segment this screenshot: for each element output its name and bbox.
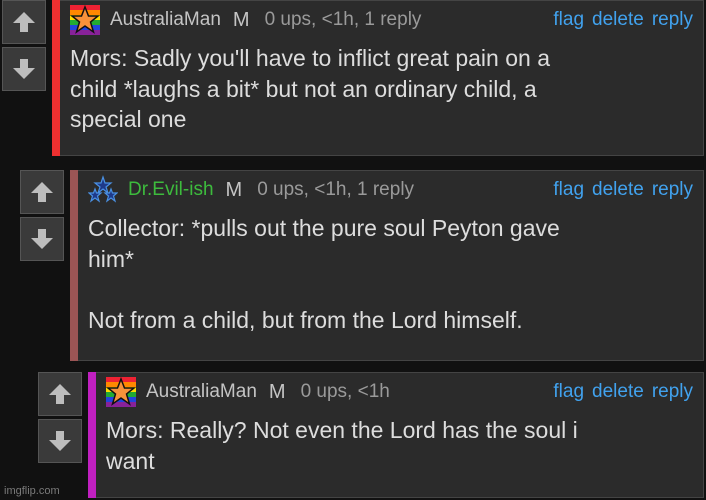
comment-meta: 0 ups, <1h, 1 reply <box>257 179 415 200</box>
upvote-button[interactable] <box>20 170 64 214</box>
comment-actions: flag delete reply <box>553 9 693 31</box>
username[interactable]: Dr.Evil-ish <box>128 179 214 201</box>
thread-bar <box>52 0 60 156</box>
mod-badge: M <box>268 380 286 403</box>
comment-text: Collector: *pulls out the pure soul Peyt… <box>88 215 560 333</box>
blue-stars-avatar[interactable] <box>88 175 118 205</box>
downvote-button[interactable] <box>38 419 82 463</box>
arrow-up-icon <box>13 12 35 32</box>
comment-header: Dr.Evil-ish M 0 ups, <1h, 1 reply flag d… <box>88 175 693 205</box>
upvote-button[interactable] <box>2 0 46 44</box>
comment-header: AustraliaMan M 0 ups, <1h, 1 reply flag … <box>70 5 693 35</box>
comment-body: AustraliaMan M 0 ups, <1h, 1 reply flag … <box>60 0 704 156</box>
comment-text: Mors: Sadly you'll have to inflict great… <box>70 45 550 133</box>
delete-link[interactable]: delete <box>592 179 644 201</box>
reply-link[interactable]: reply <box>652 179 693 201</box>
flag-link[interactable]: flag <box>553 381 584 403</box>
reply-link[interactable]: reply <box>652 9 693 31</box>
comment-3: AustraliaMan M 0 ups, <1h flag delete re… <box>38 372 704 498</box>
downvote-button[interactable] <box>2 47 46 91</box>
comment-meta: 0 ups, <1h, 1 reply <box>264 9 422 30</box>
comment-body: Dr.Evil-ish M 0 ups, <1h, 1 reply flag d… <box>78 170 704 361</box>
mod-badge: M <box>225 178 243 201</box>
imgflip-watermark: imgflip.com <box>4 485 60 497</box>
thread-bar <box>70 170 78 361</box>
reply-link[interactable]: reply <box>652 381 693 403</box>
vote-column <box>20 170 64 361</box>
username[interactable]: AustraliaMan <box>146 381 257 403</box>
delete-link[interactable]: delete <box>592 9 644 31</box>
vote-column <box>2 0 46 156</box>
rainbow-star-avatar[interactable] <box>106 377 136 407</box>
delete-link[interactable]: delete <box>592 381 644 403</box>
rainbow-star-avatar[interactable] <box>70 5 100 35</box>
flag-link[interactable]: flag <box>553 179 584 201</box>
comment-header: AustraliaMan M 0 ups, <1h flag delete re… <box>106 377 693 407</box>
arrow-up-icon <box>49 384 71 404</box>
comment-1: AustraliaMan M 0 ups, <1h, 1 reply flag … <box>2 0 704 156</box>
arrow-down-icon <box>13 59 35 79</box>
upvote-button[interactable] <box>38 372 82 416</box>
vote-column <box>38 372 82 498</box>
arrow-down-icon <box>49 431 71 451</box>
comment-body: AustraliaMan M 0 ups, <1h flag delete re… <box>96 372 704 498</box>
comment-meta: 0 ups, <1h <box>300 381 390 402</box>
username[interactable]: AustraliaMan <box>110 9 221 31</box>
comment-actions: flag delete reply <box>553 381 693 403</box>
comment-text: Mors: Really? Not even the Lord has the … <box>106 417 578 474</box>
downvote-button[interactable] <box>20 217 64 261</box>
arrow-down-icon <box>31 229 53 249</box>
arrow-up-icon <box>31 182 53 202</box>
comment-2: Dr.Evil-ish M 0 ups, <1h, 1 reply flag d… <box>20 170 704 361</box>
thread-bar <box>88 372 96 498</box>
flag-link[interactable]: flag <box>553 9 584 31</box>
mod-badge: M <box>232 8 250 31</box>
comment-actions: flag delete reply <box>553 179 693 201</box>
